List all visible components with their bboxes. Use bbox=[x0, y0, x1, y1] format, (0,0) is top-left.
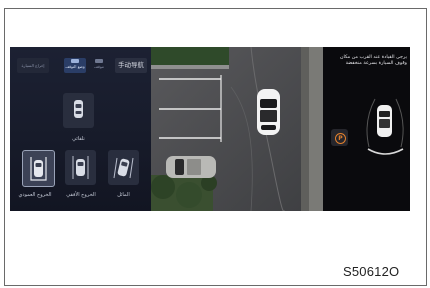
parking-lot-image bbox=[151, 47, 323, 211]
mode-vertical-exit-label: الخروج العمودي bbox=[18, 192, 52, 198]
tab-spot-label: موقف bbox=[94, 64, 104, 69]
tab-exit-label: إخراج السيارة bbox=[21, 63, 45, 68]
mode-auto-label: تلقائي bbox=[72, 136, 85, 142]
parking-mode-panel: إخراج السيارة وضع التوقف موقف 手动导航 تلقائ… bbox=[10, 47, 151, 211]
tab-park-label: وضع التوقف bbox=[65, 64, 85, 69]
tab-manual[interactable]: 手动导航 bbox=[115, 58, 147, 73]
mode-horizontal-exit[interactable] bbox=[65, 150, 96, 185]
tab-park[interactable]: وضع التوقف bbox=[64, 58, 86, 73]
mode-auto[interactable] bbox=[63, 93, 94, 128]
ego-car bbox=[257, 89, 280, 135]
diagonal-exit-icon bbox=[113, 157, 134, 179]
tab-spot[interactable]: موقف bbox=[87, 58, 111, 73]
aerial-camera-view bbox=[151, 47, 323, 211]
parking-assist-screen: إخراج السيارة وضع التوقف موقف 手动导航 تلقائ… bbox=[10, 47, 410, 211]
horizontal-exit-icon bbox=[72, 156, 89, 179]
auto-park-car-icon bbox=[74, 100, 83, 118]
mode-diagonal-exit[interactable] bbox=[108, 150, 139, 185]
parking-p-icon: P bbox=[335, 133, 346, 144]
garage-icon bbox=[95, 59, 103, 63]
mode-tabs: إخراج السيارة وضع التوقف موقف 手动导航 bbox=[17, 58, 147, 74]
guidance-panel: يرجى القيادة عند القرب من مكان وقوف السي… bbox=[323, 47, 410, 211]
figure-code: S50612O bbox=[343, 264, 400, 279]
mode-horizontal-exit-label: الخروج الأفقي bbox=[66, 192, 96, 198]
tab-exit[interactable]: إخراج السيارة bbox=[17, 58, 49, 73]
vertical-exit-icon bbox=[30, 157, 47, 181]
mode-vertical-exit[interactable] bbox=[22, 150, 55, 187]
mode-diagonal-exit-label: المائل bbox=[117, 192, 130, 198]
tab-manual-label: 手动导航 bbox=[118, 61, 144, 69]
parking-car-icon bbox=[71, 59, 79, 63]
